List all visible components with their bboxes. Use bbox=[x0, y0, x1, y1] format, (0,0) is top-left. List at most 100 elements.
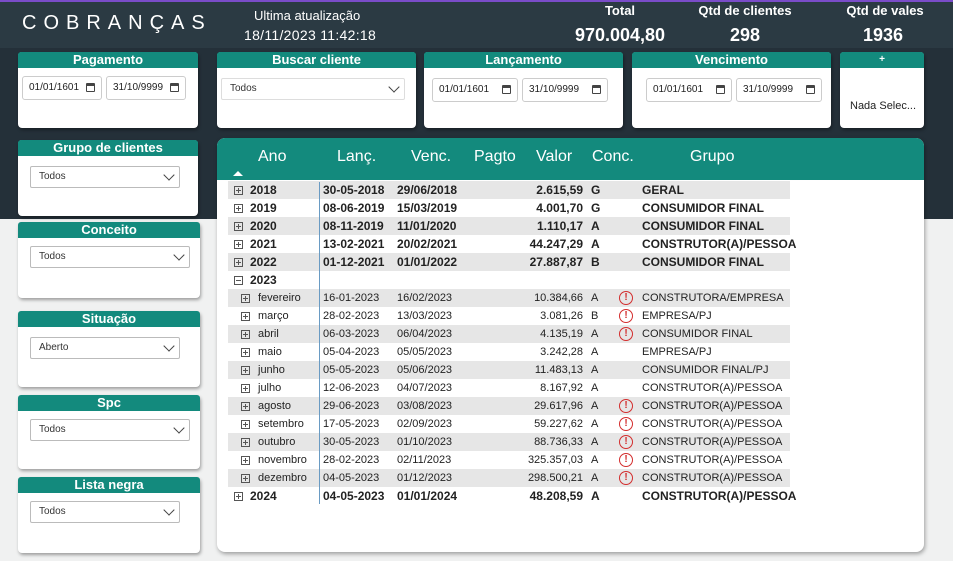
table-row: março 28-02-2023 13/03/2023 3.081,26 B EMPRES… bbox=[228, 307, 790, 325]
filter-pagamento: Pagamento 01/01/1601 31/10/9999 bbox=[18, 52, 198, 128]
pagamento-to-input[interactable]: 31/10/9999 bbox=[106, 76, 186, 100]
kpi-total-value: 970.004,80 bbox=[574, 25, 666, 45]
expand-icon[interactable] bbox=[241, 366, 250, 375]
cell-lanc: 28-02-2023 bbox=[323, 310, 380, 322]
cell-lanc: 28-02-2023 bbox=[323, 454, 380, 466]
calendar-icon[interactable] bbox=[86, 83, 95, 92]
table-row: 2022 01-12-2021 01/01/2022 27.887,87 B CONSUM… bbox=[228, 253, 790, 271]
calendar-icon[interactable] bbox=[806, 85, 815, 94]
situacao-dropdown[interactable]: Aberto bbox=[30, 337, 180, 359]
expand-icon[interactable] bbox=[241, 348, 250, 357]
expand-icon[interactable] bbox=[234, 222, 243, 231]
cell-valor: 2.615,59 bbox=[536, 183, 583, 197]
cell-valor: 48.208,59 bbox=[529, 489, 583, 503]
cell-valor: 4.001,70 bbox=[536, 201, 583, 215]
row-label: 2020 bbox=[250, 219, 277, 233]
row-label: março bbox=[258, 310, 289, 322]
last-update-value: 18/11/2023 11:42:18 bbox=[244, 27, 377, 43]
cell-venc: 20/02/2021 bbox=[397, 237, 458, 251]
expand-icon[interactable] bbox=[234, 240, 243, 249]
cell-valor: 3.242,28 bbox=[540, 346, 583, 358]
column-header-pagto[interactable]: Pagto bbox=[474, 148, 516, 166]
vencimento-from-input[interactable]: 01/01/1601 bbox=[646, 78, 732, 102]
table-row: dezembro 04-05-2023 01/12/2023 298.500,21 A C… bbox=[228, 469, 790, 487]
cell-lanc: 06-03-2023 bbox=[323, 328, 380, 340]
spc-dropdown[interactable]: Todos bbox=[30, 419, 190, 441]
expand-icon[interactable] bbox=[241, 456, 250, 465]
cell-grupo: CONSUMIDOR FINAL bbox=[642, 201, 764, 215]
pagamento-from-input[interactable]: 01/01/1601 bbox=[22, 76, 102, 100]
lancamento-from-input[interactable]: 01/01/1601 bbox=[432, 78, 518, 102]
row-label: junho bbox=[258, 364, 285, 376]
expand-icon[interactable] bbox=[241, 384, 250, 393]
cell-grupo: CONSTRUTOR(A)/PESSOA bbox=[642, 436, 783, 448]
expand-icon[interactable] bbox=[241, 312, 250, 321]
chevron-down-icon bbox=[163, 340, 175, 352]
cell-valor: 88.736,33 bbox=[534, 436, 583, 448]
row-label: 2019 bbox=[250, 201, 277, 215]
filter-spc: Spc Todos bbox=[18, 395, 200, 469]
conceito-dropdown[interactable]: Todos bbox=[30, 246, 190, 268]
expand-icon[interactable] bbox=[234, 204, 243, 213]
cell-grupo: CONSUMIDOR FINAL bbox=[642, 328, 753, 340]
cell-conc: A bbox=[591, 219, 600, 233]
expand-icon[interactable] bbox=[241, 420, 250, 429]
filter-lancamento: Lançamento 01/01/1601 31/10/9999 bbox=[424, 52, 623, 128]
cell-conc: B bbox=[591, 255, 600, 269]
buscar-cliente-dropdown[interactable]: Todos bbox=[221, 78, 405, 100]
expand-icon[interactable] bbox=[241, 330, 250, 339]
calendar-icon[interactable] bbox=[716, 85, 725, 94]
kpi-clientes-value: 298 bbox=[729, 25, 761, 45]
column-header-lanc[interactable]: Lanç. bbox=[337, 148, 376, 166]
expand-icon[interactable] bbox=[241, 294, 250, 303]
vencimento-to-input[interactable]: 31/10/9999 bbox=[736, 78, 822, 102]
column-header-valor[interactable]: Valor bbox=[536, 148, 572, 166]
expand-icon[interactable] bbox=[234, 492, 243, 501]
row-label: abril bbox=[258, 328, 279, 340]
kpi-vales-value: 1936 bbox=[862, 25, 904, 45]
filter-lancamento-title: Lançamento bbox=[424, 52, 623, 68]
table-row: outubro 30-05-2023 01/10/2023 88.736,33 A CON… bbox=[228, 433, 790, 451]
cell-conc: A bbox=[591, 489, 600, 503]
cell-grupo: CONSTRUTOR(A)/PESSOA bbox=[642, 454, 783, 466]
column-header-grupo[interactable]: Grupo bbox=[690, 148, 734, 166]
cell-venc: 13/03/2023 bbox=[397, 310, 453, 322]
row-label: 2024 bbox=[250, 489, 277, 503]
expand-icon[interactable] bbox=[241, 438, 250, 447]
cell-venc: 29/06/2018 bbox=[397, 183, 458, 197]
sort-ascending-icon[interactable] bbox=[233, 171, 243, 176]
cell-valor: 1.110,17 bbox=[536, 219, 583, 233]
warning-icon: ! bbox=[619, 327, 633, 341]
column-header-ano[interactable]: Ano bbox=[258, 148, 286, 166]
cell-grupo: CONSTRUTORA/EMPRESA bbox=[642, 292, 784, 304]
calendar-icon[interactable] bbox=[170, 83, 179, 92]
filter-extra-value[interactable]: Nada Selec... bbox=[850, 100, 916, 112]
calendar-icon[interactable] bbox=[502, 85, 511, 94]
grupo-clientes-dropdown[interactable]: Todos bbox=[30, 166, 180, 188]
collapse-icon[interactable] bbox=[234, 276, 243, 285]
cell-grupo: EMPRESA/PJ bbox=[642, 346, 712, 358]
cell-valor: 4.135,19 bbox=[540, 328, 583, 340]
lista-negra-dropdown[interactable]: Todos bbox=[30, 501, 180, 523]
cell-lanc: 08-06-2019 bbox=[323, 201, 385, 215]
cell-conc: A bbox=[591, 346, 599, 358]
calendar-icon[interactable] bbox=[592, 85, 601, 94]
table-row: junho 05-05-2023 05/06/2023 11.483,13 A CONSU… bbox=[228, 361, 790, 379]
table-row: 2019 08-06-2019 15/03/2019 4.001,70 G CONSUMI… bbox=[228, 199, 790, 217]
filter-pagamento-title: Pagamento bbox=[18, 52, 198, 68]
cell-conc: A bbox=[591, 328, 599, 340]
column-header-conc[interactable]: Conc. bbox=[592, 148, 634, 166]
row-label: 2021 bbox=[250, 237, 277, 251]
cell-conc: G bbox=[591, 183, 601, 197]
cell-valor: 10.384,66 bbox=[534, 292, 583, 304]
table-row: julho 12-06-2023 04/07/2023 8.167,92 A CONSTR… bbox=[228, 379, 790, 397]
lancamento-from-value: 01/01/1601 bbox=[439, 84, 490, 95]
cell-conc: A bbox=[591, 454, 599, 466]
expand-icon[interactable] bbox=[241, 474, 250, 483]
expand-icon[interactable] bbox=[234, 258, 243, 267]
lancamento-to-input[interactable]: 31/10/9999 bbox=[522, 78, 608, 102]
filter-buscar-cliente-title: Buscar cliente bbox=[217, 52, 416, 68]
expand-icon[interactable] bbox=[234, 186, 243, 195]
expand-icon[interactable] bbox=[241, 402, 250, 411]
column-header-venc[interactable]: Venc. bbox=[411, 148, 451, 166]
